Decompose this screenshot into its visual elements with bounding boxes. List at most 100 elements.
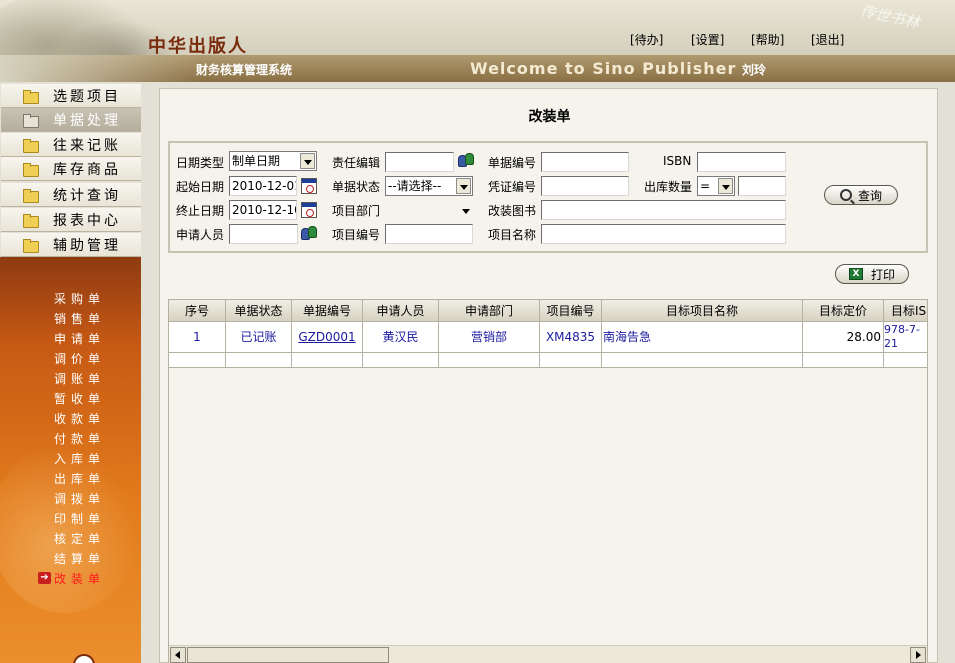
folder-icon [23,162,39,177]
sub-item-receipt[interactable]: 收款单 [54,410,105,427]
sub-item-temp-receipt[interactable]: 暂收单 [54,390,105,407]
scroll-right-icon[interactable] [910,647,926,663]
table-cell: XM4835 [540,322,602,353]
sub-item-stock-in[interactable]: 入库单 [54,450,105,467]
query-label: 查询 [857,188,882,203]
sub-item-transfer[interactable]: 调拨单 [54,490,105,507]
col-header-doc-no[interactable]: 单据编号 [292,300,363,322]
sub-item-settlement[interactable]: 结算单 [54,550,105,567]
sub-menu-panel: 采购单 销售单 申请单 调价单 调账单 暂收单 收款单 付款单 入库单 出库单 … [0,257,141,663]
sub-item-sales[interactable]: 销售单 [54,310,105,327]
applicant-label: 申请人员 [176,228,225,242]
people-picker-icon[interactable] [458,153,478,169]
dropdown-arrow-icon [456,178,471,194]
print-button[interactable]: X 打印 [835,264,909,284]
nav-label: 往来记账 [53,137,121,154]
applicant-input[interactable] [229,224,298,244]
book-input[interactable] [541,200,786,220]
end-date-input[interactable]: 2010-12-10 [229,200,297,220]
calendar-icon[interactable] [301,178,317,194]
scroll-left-icon[interactable] [170,647,186,663]
todo-link[interactable]: [待办] [630,31,663,48]
arrow-right-icon: ➔ [38,572,51,584]
folder-icon [23,89,39,104]
col-header-index[interactable]: 序号 [169,300,226,322]
qty-label: 出库数量 [644,180,693,194]
date-type-label: 日期类型 [176,156,225,170]
col-header-target-isbn[interactable]: 目标IS [884,300,927,322]
scrollbar-thumb[interactable] [187,647,389,663]
nav-item-auxiliary[interactable]: 辅助管理 [1,233,141,257]
empty-cell [292,353,363,368]
settings-link[interactable]: [设置] [691,31,724,48]
voucher-input[interactable] [541,176,629,196]
main-panel: 改装单 日期类型 制单日期 起始日期 2010-12-01 终止日期 2010-… [159,88,938,663]
print-label: 打印 [870,267,895,282]
project-name-input[interactable] [541,224,786,244]
nav-label: 单据处理 [53,112,121,129]
empty-cell [169,353,226,368]
nav-label: 辅助管理 [53,237,121,254]
nav-item-topic-projects[interactable]: 选题项目 [1,84,141,108]
sub-item-printing[interactable]: 印制单 [54,510,105,527]
welcome-banner: Welcome to Sino Publisher [470,59,737,78]
dropdown-arrow-icon [718,178,733,194]
col-header-project-no[interactable]: 项目编号 [540,300,602,322]
nav-item-accounts[interactable]: 往来记账 [1,133,141,157]
help-link[interactable]: [帮助] [751,31,784,48]
isbn-input[interactable] [697,152,786,172]
sub-item-payment[interactable]: 付款单 [54,430,105,447]
doc-no-link[interactable]: GZD0001 [292,322,363,353]
project-name-label: 项目名称 [488,228,537,242]
logout-link[interactable]: [退出] [811,31,844,48]
qty-input[interactable] [738,176,786,196]
qty-operator-value: = [700,179,711,193]
voucher-label: 凭证编号 [488,180,537,194]
calendar-icon[interactable] [301,202,317,218]
table-cell: 已记账 [226,322,292,353]
editor-input[interactable] [385,152,454,172]
empty-cell [226,353,292,368]
sub-item-application[interactable]: 申请单 [54,330,105,347]
status-select[interactable]: --请选择-- [385,176,473,196]
sub-item-price-adjust[interactable]: 调价单 [54,350,105,367]
horizontal-scrollbar[interactable] [169,645,927,663]
ornament-decoration [0,443,140,613]
start-date-input[interactable]: 2010-12-01 [229,176,297,196]
sub-item-modification[interactable]: 改装单 [54,570,105,587]
col-header-dept[interactable]: 申请部门 [439,300,540,322]
nav-label: 报表中心 [53,212,121,229]
date-type-select[interactable]: 制单日期 [229,151,317,171]
status-label: 单据状态 [332,180,381,194]
sub-item-approval[interactable]: 核定单 [54,530,105,547]
col-header-target-price[interactable]: 目标定价 [803,300,884,322]
date-type-value: 制单日期 [232,154,281,168]
editor-label: 责任编辑 [332,156,381,170]
table-cell: 978-7-21 06367-6 [884,322,927,353]
col-header-applicant[interactable]: 申请人员 [363,300,439,322]
sidebar: 选题项目 单据处理 往来记账 库存商品 统计查询 报表中心 辅助管理 采购单 销… [0,82,141,663]
book-label: 改装图书 [488,204,537,218]
sub-item-account-adjust[interactable]: 调账单 [54,370,105,387]
people-picker-icon[interactable] [301,226,321,242]
nav-item-statistics[interactable]: 统计查询 [1,183,141,207]
folder-open-icon [23,113,39,128]
query-button[interactable]: 查询 [824,185,898,205]
nav-item-reports[interactable]: 报表中心 [1,208,141,232]
table-cell: 黄汉民 [363,322,439,353]
sub-item-purchase[interactable]: 采购单 [54,290,105,307]
nav-item-inventory[interactable]: 库存商品 [1,157,141,181]
dropdown-arrow-icon [300,153,315,169]
nav-item-documents[interactable]: 单据处理 [1,108,141,132]
col-header-target-name[interactable]: 目标项目名称 [602,300,803,322]
dept-select[interactable] [385,200,473,220]
nav-label: 选题项目 [53,88,121,105]
status-value: --请选择-- [388,179,442,193]
col-header-status[interactable]: 单据状态 [226,300,292,322]
filter-panel: 日期类型 制单日期 起始日期 2010-12-01 终止日期 2010-12-1… [168,141,928,253]
project-no-input[interactable] [385,224,473,244]
qty-operator-select[interactable]: = [697,176,735,196]
nav-label: 库存商品 [53,161,121,178]
sub-item-stock-out[interactable]: 出库单 [54,470,105,487]
doc-no-input[interactable] [541,152,629,172]
